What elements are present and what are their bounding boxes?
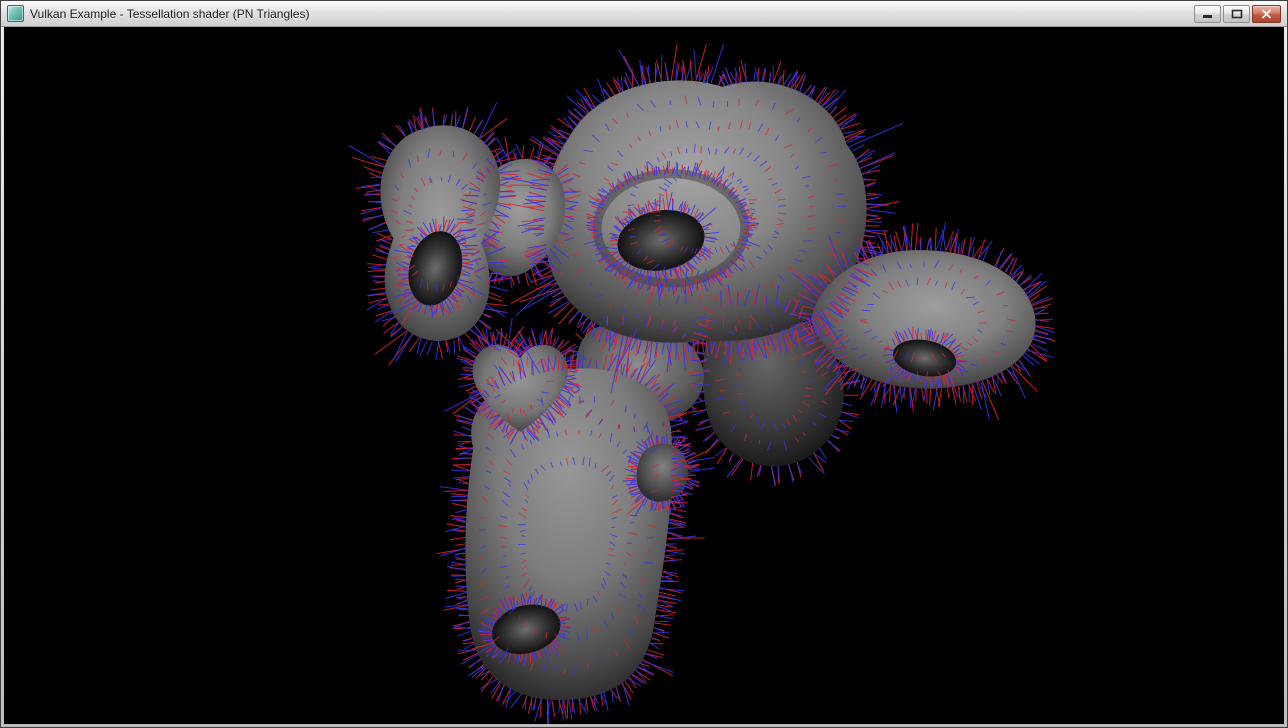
minimize-icon (1202, 9, 1214, 19)
app-icon (7, 5, 24, 22)
close-icon (1261, 9, 1272, 19)
window-controls (1194, 5, 1281, 23)
close-button[interactable] (1252, 5, 1281, 23)
maximize-icon (1231, 9, 1243, 19)
viewport[interactable] (4, 27, 1284, 724)
rendered-scene (4, 27, 1284, 724)
minimize-button[interactable] (1194, 5, 1221, 23)
app-window: Vulkan Example - Tessellation shader (PN… (0, 0, 1288, 728)
maximize-button[interactable] (1223, 5, 1250, 23)
titlebar[interactable]: Vulkan Example - Tessellation shader (PN… (1, 1, 1287, 27)
window-title: Vulkan Example - Tessellation shader (PN… (30, 7, 309, 21)
